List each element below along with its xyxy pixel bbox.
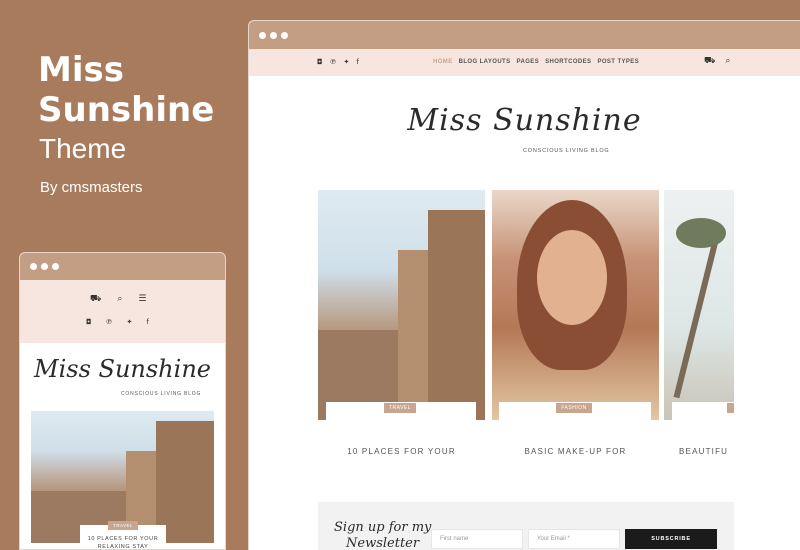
post-title[interactable]: 10 PLACES FOR YOUR RELAXING STAY: [80, 535, 166, 549]
menu-icon[interactable]: ☰: [138, 294, 146, 305]
site-logo[interactable]: Miss Sunshine: [20, 355, 225, 383]
search-icon[interactable]: ⌕: [117, 294, 122, 305]
post-card-image[interactable]: [664, 190, 734, 420]
window-dot: [270, 31, 277, 39]
mobile-header-tools: ⛟ ⌕ ☰: [90, 294, 146, 305]
header-tools: ⛟ ⌕: [704, 56, 730, 67]
email-field[interactable]: Your Email *: [528, 529, 620, 549]
window-dot: [52, 263, 59, 270]
instagram-icon[interactable]: ◘: [86, 318, 92, 326]
search-icon[interactable]: ⌕: [725, 56, 730, 67]
site-logo[interactable]: Miss Sunshine: [249, 103, 800, 138]
menu-item-pages[interactable]: PAGES: [517, 59, 540, 65]
promo-title-line1: Miss: [38, 50, 124, 90]
menu-item-post-types[interactable]: POST TYPES: [597, 59, 639, 65]
post-category-badge[interactable]: TRAVEL: [384, 403, 416, 413]
menu-item-home[interactable]: HOME: [433, 59, 453, 65]
window-titlebar: [20, 253, 225, 280]
promo-subtitle: Theme: [39, 133, 127, 164]
facebook-icon[interactable]: f: [146, 318, 148, 326]
post-title[interactable]: 10 PLACES FOR YOUR: [318, 447, 485, 456]
subscribe-button[interactable]: SUBSCRIBE: [625, 529, 717, 549]
pinterest-icon[interactable]: ℗: [330, 58, 337, 66]
newsletter-section: Sign up for my Newsletter First name You…: [318, 502, 734, 550]
pinterest-icon[interactable]: ℗: [106, 318, 113, 326]
main-menu: HOME BLOG LAYOUTS PAGES SHORTCODES POST …: [433, 59, 639, 65]
newsletter-heading-line1: Sign up for my: [334, 520, 432, 535]
site-tagline: CONSCIOUS LIVING BLOG: [523, 148, 610, 154]
promo-title: Miss Sunshine: [38, 50, 214, 130]
twitter-icon[interactable]: ✦: [344, 58, 350, 66]
window-dot: [41, 263, 48, 270]
post-category-badge[interactable]: TRAVEL: [108, 521, 138, 530]
cart-icon[interactable]: ⛟: [90, 294, 101, 305]
first-name-field[interactable]: First name: [431, 529, 523, 549]
cart-icon[interactable]: ⛟: [704, 56, 715, 67]
menu-item-shortcodes[interactable]: SHORTCODES: [545, 59, 591, 65]
newsletter-heading: Sign up for my Newsletter: [334, 520, 431, 550]
promo-byline: By cmsmasters: [40, 179, 143, 196]
mobile-preview-window: ⛟ ⌕ ☰ ◘ ℗ ✦ f Miss Sunshine CONSCIOUS LI…: [19, 252, 226, 550]
menu-item-blog-layouts[interactable]: BLOG LAYOUTS: [459, 59, 511, 65]
post-category-badge[interactable]: FASHION: [556, 403, 592, 413]
promo-title-line2: Sunshine: [38, 90, 215, 130]
desktop-preview-window: ◘ ℗ ✦ f HOME BLOG LAYOUTS PAGES SHORTCOD…: [248, 20, 800, 550]
facebook-icon[interactable]: f: [356, 58, 358, 66]
mobile-header: ⛟ ⌕ ☰ ◘ ℗ ✦ f: [20, 280, 225, 343]
newsletter-heading-line2: Newsletter: [346, 536, 420, 550]
window-dot: [259, 31, 266, 39]
post-card-image[interactable]: [318, 190, 485, 420]
post-card-image[interactable]: [492, 190, 659, 420]
instagram-icon[interactable]: ◘: [317, 58, 323, 66]
window-dot: [30, 263, 37, 270]
site-header-nav: ◘ ℗ ✦ f HOME BLOG LAYOUTS PAGES SHORTCOD…: [249, 49, 800, 76]
post-title[interactable]: BEAUTIFU: [679, 447, 739, 456]
post-title[interactable]: BASIC MAKE-UP FOR: [492, 447, 659, 456]
social-links: ◘ ℗ ✦ f: [86, 318, 149, 326]
window-titlebar: [249, 21, 800, 49]
twitter-icon[interactable]: ✦: [127, 318, 133, 326]
social-links: ◘ ℗ ✦ f: [317, 58, 359, 66]
post-category-badge: [727, 403, 734, 413]
window-dot: [281, 31, 288, 39]
site-tagline: CONSCIOUS LIVING BLOG: [121, 391, 202, 397]
